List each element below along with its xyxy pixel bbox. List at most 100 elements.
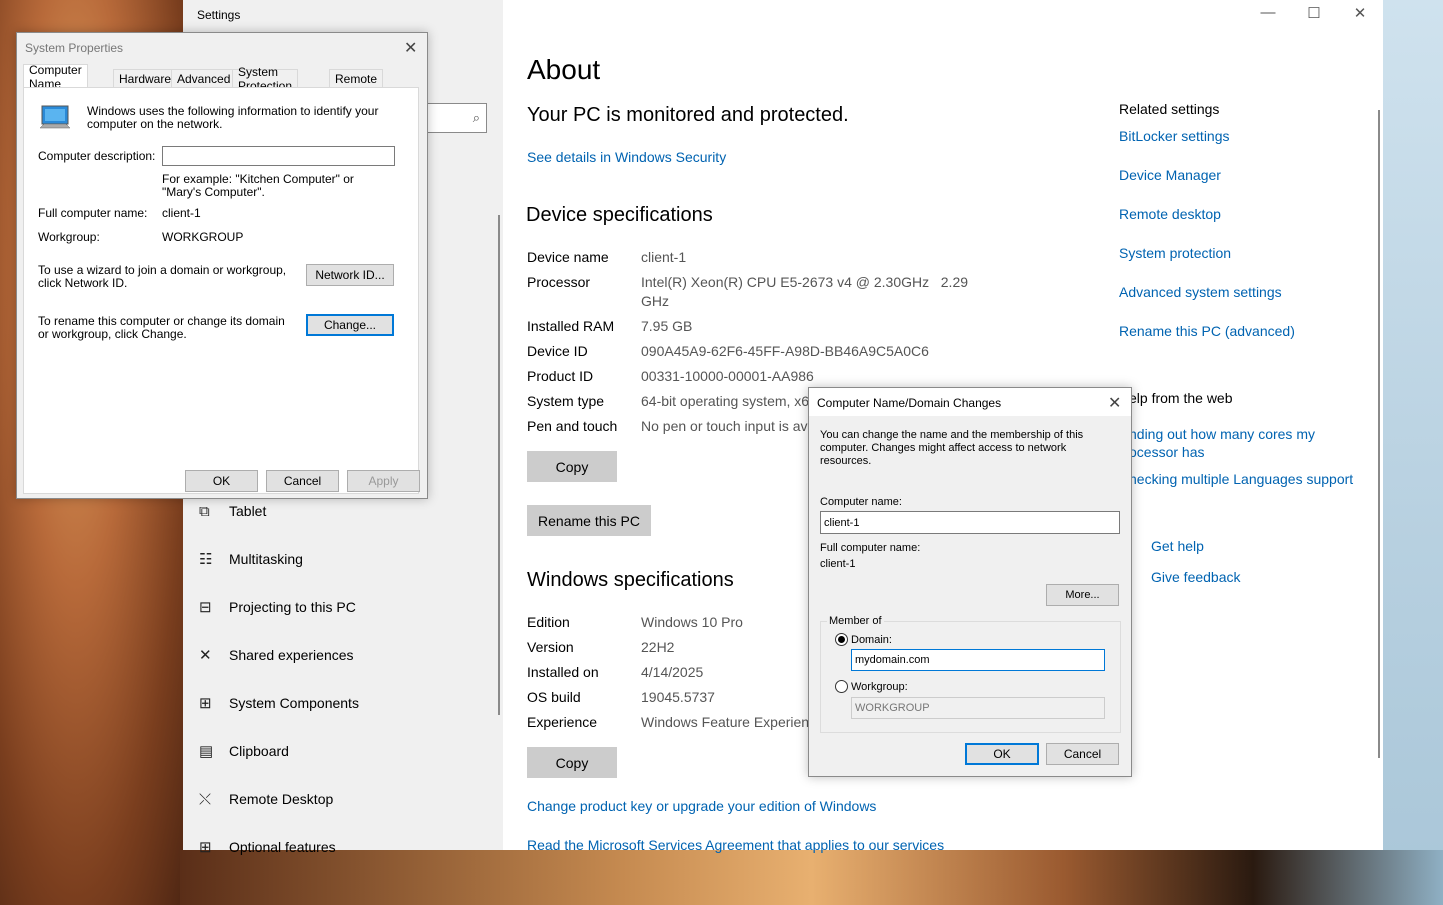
- nav-item-tablet[interactable]: ⧉ Tablet: [199, 497, 266, 525]
- maximize-button[interactable]: ☐: [1291, 4, 1337, 22]
- domain-input[interactable]: mydomain.com: [851, 649, 1105, 671]
- full-name-value: client-1: [820, 558, 856, 570]
- spec-value: 22H2: [641, 639, 675, 655]
- example-text: For example: "Kitchen Computer" or "Mary…: [162, 172, 354, 199]
- bitlocker-settings-link[interactable]: BitLocker settings: [1119, 128, 1230, 144]
- rename-pc-advanced-link[interactable]: Rename this PC (advanced): [1119, 323, 1295, 339]
- optional-features-icon: ⊞: [199, 839, 212, 856]
- remote-desktop-icon: ⤬: [199, 790, 212, 808]
- close-icon[interactable]: ✕: [1108, 393, 1121, 413]
- workgroup-label: Workgroup:: [38, 230, 100, 244]
- spec-key: Product ID: [527, 368, 594, 384]
- help-cores-link[interactable]: nding out how many cores my: [1129, 426, 1315, 442]
- nav-label: Optional features: [229, 839, 336, 855]
- settings-title: Settings: [197, 8, 241, 22]
- spec-key: Device ID: [527, 343, 588, 359]
- spec-value: 00331-10000-00001-AA986: [641, 368, 814, 384]
- more-button[interactable]: More...: [1046, 584, 1119, 606]
- spec-value: No pen or touch input is av: [641, 418, 808, 434]
- help-languages-link[interactable]: hecking multiple Languages support: [1129, 471, 1353, 487]
- dialog-title: Computer Name/Domain Changes: [817, 396, 1002, 410]
- spec-value-cont: GHz: [641, 293, 669, 309]
- page-title: About: [527, 54, 601, 85]
- msa-link[interactable]: Read the Microsoft Services Agreement th…: [527, 837, 944, 853]
- shared-experiences-icon: ✕: [199, 647, 212, 664]
- close-window-button[interactable]: ✕: [1337, 4, 1383, 22]
- computer-name-input[interactable]: client-1: [820, 511, 1120, 534]
- ok-button[interactable]: OK: [965, 743, 1039, 765]
- nav-label: Shared experiences: [229, 647, 354, 663]
- domain-radio[interactable]: [835, 633, 848, 646]
- change-button[interactable]: Change...: [306, 314, 394, 336]
- close-icon[interactable]: ✕: [404, 38, 417, 58]
- system-components-icon: ⊞: [199, 695, 212, 712]
- workgroup-input[interactable]: WORKGROUP: [851, 697, 1105, 719]
- nav-item-clipboard[interactable]: ▤ Clipboard: [199, 737, 289, 765]
- spec-key: Device name: [527, 249, 609, 265]
- ok-button[interactable]: OK: [185, 470, 258, 492]
- nav-label: Multitasking: [229, 551, 303, 567]
- get-help-link[interactable]: Get help: [1151, 538, 1204, 554]
- rename-pc-button[interactable]: Rename this PC: [527, 505, 651, 536]
- nav-item-multitasking[interactable]: ☷ Multitasking: [199, 545, 303, 573]
- nav-label: Projecting to this PC: [229, 599, 356, 615]
- tab-hardware[interactable]: Hardware: [113, 69, 178, 88]
- system-properties-dialog: System Properties ✕ Computer Name Hardwa…: [16, 32, 428, 499]
- give-feedback-link[interactable]: Give feedback: [1151, 569, 1241, 585]
- spec-value: 64-bit operating system, x6: [641, 393, 810, 409]
- spec-value: Windows 10 Pro: [641, 614, 743, 630]
- help-cores-link-cont[interactable]: ocessor has: [1129, 444, 1204, 460]
- nav-item-remote-desktop[interactable]: ⤬ Remote Desktop: [199, 785, 333, 813]
- protection-status: Your PC is monitored and protected.: [527, 104, 849, 126]
- copy-windows-specs-button[interactable]: Copy: [527, 747, 617, 778]
- spec-value: 4/14/2025: [641, 664, 704, 680]
- advanced-system-settings-link[interactable]: Advanced system settings: [1119, 284, 1282, 300]
- apply-button[interactable]: Apply: [347, 470, 420, 492]
- rename-text: To rename this computer or change its do…: [38, 314, 285, 341]
- workgroup-radio[interactable]: [835, 680, 848, 693]
- device-manager-link[interactable]: Device Manager: [1119, 167, 1221, 183]
- network-id-button[interactable]: Network ID...: [306, 264, 394, 286]
- spec-key: Version: [527, 639, 574, 655]
- spec-key: Experience: [527, 714, 598, 730]
- spec-key: Processor: [527, 274, 591, 290]
- nav-item-system-components[interactable]: ⊞ System Components: [199, 689, 359, 717]
- computer-icon: [39, 105, 71, 129]
- nav-item-projecting[interactable]: ⊟ Projecting to this PC: [199, 593, 356, 621]
- full-name-value: client-1: [162, 206, 201, 220]
- related-settings-heading: Related settings: [1119, 101, 1220, 117]
- computer-name-label: Computer name:: [820, 496, 902, 508]
- search-icon: ⌕: [472, 110, 480, 125]
- minimize-button[interactable]: —: [1245, 4, 1291, 21]
- product-key-link[interactable]: Change product key or upgrade your editi…: [527, 798, 876, 814]
- nav-scrollbar[interactable]: [498, 215, 500, 715]
- windows-security-link[interactable]: See details in Windows Security: [527, 149, 726, 165]
- tab-remote[interactable]: Remote: [329, 69, 384, 88]
- tab-computer-name[interactable]: Computer Name: [23, 63, 88, 91]
- windows-spec-heading: Windows specifications: [527, 569, 734, 591]
- network-id-text: To use a wizard to join a domain or work…: [38, 263, 287, 290]
- workgroup-label: Workgroup:: [851, 681, 908, 693]
- device-spec-heading: Device specifications: [526, 204, 713, 226]
- multitasking-icon: ☷: [199, 551, 213, 568]
- workgroup-value: WORKGROUP: [162, 230, 244, 244]
- domain-changes-dialog: Computer Name/Domain Changes ✕ You can c…: [808, 387, 1132, 777]
- settings-search-input[interactable]: ⌕: [423, 103, 487, 133]
- tab-system-protection[interactable]: System Protection: [232, 65, 299, 93]
- spec-value: 7.95 GB: [641, 318, 693, 334]
- computer-description-input[interactable]: [162, 146, 395, 166]
- nav-item-shared-experiences[interactable]: ✕ Shared experiences: [199, 641, 354, 669]
- spec-value: Intel(R) Xeon(R) CPU E5-2673 v4 @ 2.30GH…: [641, 274, 969, 290]
- desktop-wallpaper-bottom: [180, 850, 1443, 905]
- cancel-button[interactable]: Cancel: [1046, 743, 1119, 765]
- spec-key: Edition: [527, 614, 570, 630]
- spec-key: OS build: [527, 689, 581, 705]
- remote-desktop-link[interactable]: Remote desktop: [1119, 206, 1221, 222]
- nav-item-optional-features[interactable]: ⊞ Optional features: [199, 833, 336, 861]
- tab-advanced[interactable]: Advanced: [171, 69, 237, 88]
- system-protection-link[interactable]: System protection: [1119, 245, 1231, 261]
- description-label: Computer description:: [38, 149, 156, 163]
- copy-device-specs-button[interactable]: Copy: [527, 451, 617, 482]
- content-scrollbar[interactable]: [1378, 110, 1380, 758]
- cancel-button[interactable]: Cancel: [266, 470, 339, 492]
